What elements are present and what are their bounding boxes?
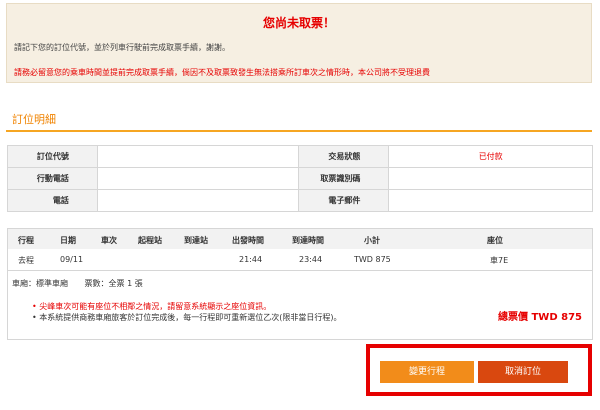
email-value bbox=[388, 189, 593, 212]
header-subtotal: 小計 bbox=[364, 236, 380, 245]
trip-departure-time: 21:44 bbox=[239, 255, 263, 264]
notice-title: 您尚未取票！ bbox=[262, 16, 335, 30]
note-item: • 本系統提供商務車廂旅客於訂位完成後，每一行程即可重新選位乙次(限非當日行程)… bbox=[32, 313, 342, 322]
trip-arrival-time: 23:44 bbox=[299, 255, 323, 264]
phone-value bbox=[96, 189, 300, 212]
trip-divider bbox=[8, 270, 592, 271]
notes: • 尖峰車次可能有座位不相鄰之情況，請留意系統顯示之座位資訊。 • 本系統提供商… bbox=[32, 301, 492, 323]
trip-type: 去程 bbox=[18, 256, 34, 265]
section-divider bbox=[6, 130, 592, 132]
ticket-count: 票數：全票 1 張 bbox=[84, 279, 143, 288]
header-arrival-station: 到達站 bbox=[184, 236, 208, 245]
trip-table-header: 行程 日期 車次 起程站 到達站 出發時間 到達時間 小計 座位 bbox=[8, 229, 592, 249]
car-info: 車廂：標準車廂 票數：全票 1 張 bbox=[12, 278, 157, 289]
table-row: 行動電話 取票識別碼 bbox=[7, 167, 593, 190]
booking-info-table: 訂位代號 交易狀態 已付款 行動電話 取票識別碼 電話 電子郵件 bbox=[7, 145, 593, 212]
change-itinerary-button[interactable]: 變更行程 bbox=[380, 361, 474, 383]
header-arrival-time: 到達時間 bbox=[292, 236, 324, 245]
section-title: 訂位明細 bbox=[12, 113, 56, 126]
phone-label: 電話 bbox=[7, 189, 98, 212]
trip-seat: 車7E bbox=[490, 256, 509, 265]
notice-warning: 請務必留意您的乘車時間並提前完成取票手續，倘因不及取票致發生無法搭乘所訂車次之情… bbox=[14, 68, 430, 77]
header-train-no: 車次 bbox=[101, 236, 117, 245]
trip-date: 09/11 bbox=[60, 255, 84, 264]
total-price: 總票價 TWD 875 bbox=[498, 312, 582, 323]
header-seat: 座位 bbox=[487, 236, 503, 245]
transaction-status-value: 已付款 bbox=[388, 145, 593, 168]
note-item: • 尖峰車次可能有座位不相鄰之情況，請留意系統顯示之座位資訊。 bbox=[32, 302, 272, 311]
table-row: 電話 電子郵件 bbox=[7, 189, 593, 212]
cancel-booking-button[interactable]: 取消訂位 bbox=[478, 361, 568, 383]
pickup-code-label: 取票識別碼 bbox=[298, 167, 390, 190]
car-class: 車廂：標準車廂 bbox=[12, 279, 68, 288]
header-departure-station: 起程站 bbox=[138, 236, 162, 245]
trip-detail-panel: 行程 日期 車次 起程站 到達站 出發時間 到達時間 小計 座位 去程 09/1… bbox=[7, 228, 593, 340]
header-date: 日期 bbox=[60, 236, 76, 245]
table-row: 訂位代號 交易狀態 已付款 bbox=[7, 145, 593, 168]
header-departure-time: 出發時間 bbox=[232, 236, 264, 245]
pickup-code-value bbox=[388, 167, 593, 190]
mobile-value bbox=[96, 167, 300, 190]
notice-panel: 您尚未取票！ 請記下您的訂位代號，並於列車行駛前完成取票手續，謝謝。 請務必留意… bbox=[6, 3, 592, 83]
booking-code-label: 訂位代號 bbox=[7, 145, 98, 168]
notice-message: 請記下您的訂位代號，並於列車行駛前完成取票手續，謝謝。 bbox=[14, 43, 230, 52]
mobile-label: 行動電話 bbox=[7, 167, 98, 190]
trip-subtotal: TWD 875 bbox=[354, 255, 391, 264]
email-label: 電子郵件 bbox=[298, 189, 390, 212]
header-trip: 行程 bbox=[18, 236, 34, 245]
booking-code-value bbox=[96, 145, 300, 168]
transaction-status-label: 交易狀態 bbox=[298, 145, 390, 168]
